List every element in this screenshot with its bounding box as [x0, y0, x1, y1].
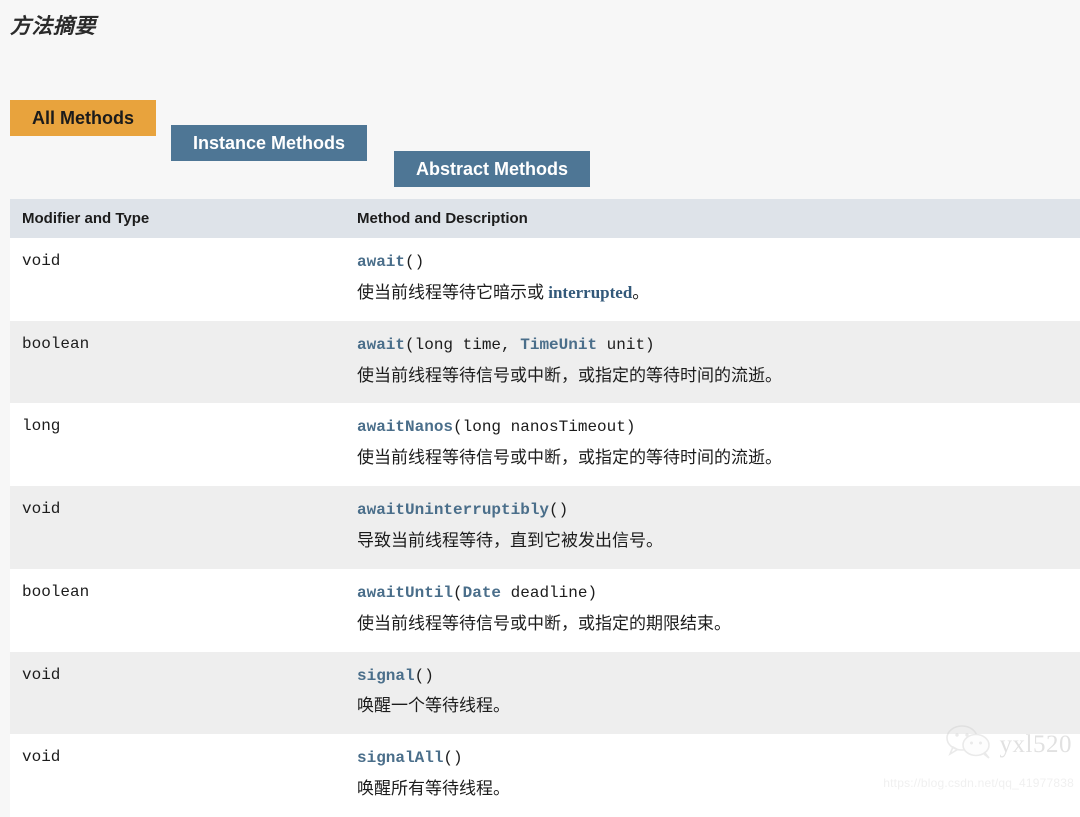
modifier-type-text: void	[22, 252, 61, 270]
signature-text: (	[453, 583, 463, 602]
description-text: 唤醒一个等待线程。	[357, 696, 510, 716]
cell-modifier-and-type: boolean	[10, 568, 345, 652]
method-name-link[interactable]: awaitNanos	[357, 418, 453, 436]
method-description: 使当前线程等待信号或中断，或指定的期限结束。	[357, 613, 1080, 636]
column-header-modifier-and-type: Modifier and Type	[10, 199, 345, 238]
method-tabs: All Methods Instance Methods Abstract Me…	[0, 100, 1080, 187]
signature-text: (long time,	[405, 335, 521, 354]
table-row: void awaitUninterruptibly() 导致当前线程等待，直到它被发…	[10, 486, 1080, 569]
column-header-method-and-description: Method and Description	[345, 199, 1080, 238]
page-root: 方法摘要 All Methods Instance Methods Abstra…	[0, 0, 1080, 817]
method-name-link[interactable]: signal	[357, 667, 415, 685]
method-signature: await()	[357, 252, 1080, 273]
cell-method-and-description: await() 使当前线程等待它暗示或 interrupted。	[345, 238, 1080, 321]
table-body: void await() 使当前线程等待它暗示或 interrupted。 boole…	[10, 238, 1080, 817]
description-text: 唤醒所有等待线程。	[357, 779, 510, 799]
method-summary-table: Modifier and Type Method and Description…	[10, 199, 1080, 817]
method-signature: await(long time, TimeUnit unit)	[357, 335, 1080, 356]
cell-modifier-and-type: void	[10, 651, 345, 735]
signature-text: ()	[549, 501, 569, 520]
modifier-type-text: boolean	[22, 582, 90, 601]
method-name-link[interactable]: await	[357, 253, 405, 271]
signature-text: ()	[405, 253, 425, 271]
method-signature: awaitUninterruptibly()	[357, 500, 1080, 521]
tab-all-methods[interactable]: All Methods	[10, 100, 156, 136]
table-row: void signal() 唤醒一个等待线程。	[10, 651, 1080, 735]
method-description: 使当前线程等待信号或中断，或指定的等待时间的流逝。	[357, 365, 1080, 388]
method-name-link[interactable]: await	[357, 336, 405, 354]
table-row: boolean awaitUntil(Date deadline) 使当前线程等待信…	[10, 568, 1080, 652]
type-reference-link[interactable]: Date	[463, 584, 501, 602]
modifier-type-text: void	[22, 665, 61, 684]
description-text: 使当前线程等待信号或中断，或指定的期限结束。	[357, 613, 731, 633]
type-reference-link[interactable]: TimeUnit	[520, 336, 597, 354]
modifier-type-text: void	[22, 748, 61, 767]
description-text: 使当前线程等待信号或中断，或指定的等待时间的流逝。	[357, 365, 782, 385]
method-description: 使当前线程等待它暗示或 interrupted。	[357, 282, 1080, 305]
tab-instance-methods[interactable]: Instance Methods	[171, 125, 368, 161]
method-name-link[interactable]: signalAll	[357, 749, 443, 767]
signature-text: unit)	[597, 335, 655, 354]
cell-modifier-and-type: void	[10, 238, 345, 321]
method-name-link[interactable]: awaitUninterruptibly	[357, 501, 549, 519]
signature-text: ()	[443, 749, 463, 768]
table-row: void await() 使当前线程等待它暗示或 interrupted。	[10, 238, 1080, 321]
table-row: boolean await(long time, TimeUnit unit) 使当…	[10, 320, 1080, 404]
method-signature: signalAll()	[357, 748, 1080, 769]
modifier-type-text: long	[22, 417, 61, 436]
description-text-suffix: 。	[632, 282, 650, 302]
cell-modifier-and-type: long	[10, 403, 345, 487]
tab-abstract-methods[interactable]: Abstract Methods	[394, 151, 591, 187]
cell-method-and-description: await(long time, TimeUnit unit) 使当前线程等待信号…	[345, 320, 1080, 404]
cell-method-and-description: awaitUntil(Date deadline) 使当前线程等待信号或中断，或指…	[345, 568, 1080, 652]
cell-method-and-description: awaitNanos(long nanosTimeout) 使当前线程等待信号或中…	[345, 403, 1080, 487]
description-link[interactable]: interrupted	[548, 283, 632, 302]
cell-method-and-description: awaitUninterruptibly() 导致当前线程等待，直到它被发出信号。	[345, 486, 1080, 569]
method-signature: awaitNanos(long nanosTimeout)	[357, 417, 1080, 438]
method-description: 使当前线程等待信号或中断，或指定的等待时间的流逝。	[357, 447, 1080, 470]
description-text: 导致当前线程等待，直到它被发出信号。	[357, 531, 663, 550]
cell-modifier-and-type: boolean	[10, 320, 345, 404]
modifier-type-text: boolean	[22, 334, 90, 353]
cell-method-and-description: signal() 唤醒一个等待线程。	[345, 651, 1080, 735]
table-row: long awaitNanos(long nanosTimeout) 使当前线程等待…	[10, 403, 1080, 487]
cell-modifier-and-type: void	[10, 734, 345, 817]
watermark-url: https://blog.csdn.net/qq_41977838	[883, 776, 1074, 790]
method-signature: awaitUntil(Date deadline)	[357, 583, 1080, 604]
cell-modifier-and-type: void	[10, 486, 345, 569]
signature-text: deadline)	[501, 583, 598, 602]
table-header-row: Modifier and Type Method and Description	[10, 199, 1080, 238]
signature-text: (long nanosTimeout)	[453, 418, 636, 437]
method-description: 导致当前线程等待，直到它被发出信号。	[357, 530, 1080, 553]
description-text: 使当前线程等待它暗示或	[357, 282, 549, 302]
method-signature: signal()	[357, 666, 1080, 687]
page-title: 方法摘要	[10, 15, 96, 38]
description-text: 使当前线程等待信号或中断，或指定的等待时间的流逝。	[357, 448, 782, 468]
modifier-type-text: void	[22, 500, 61, 519]
signature-text: ()	[414, 666, 434, 685]
method-description: 唤醒一个等待线程。	[357, 695, 1080, 718]
method-name-link[interactable]: awaitUntil	[357, 584, 453, 602]
